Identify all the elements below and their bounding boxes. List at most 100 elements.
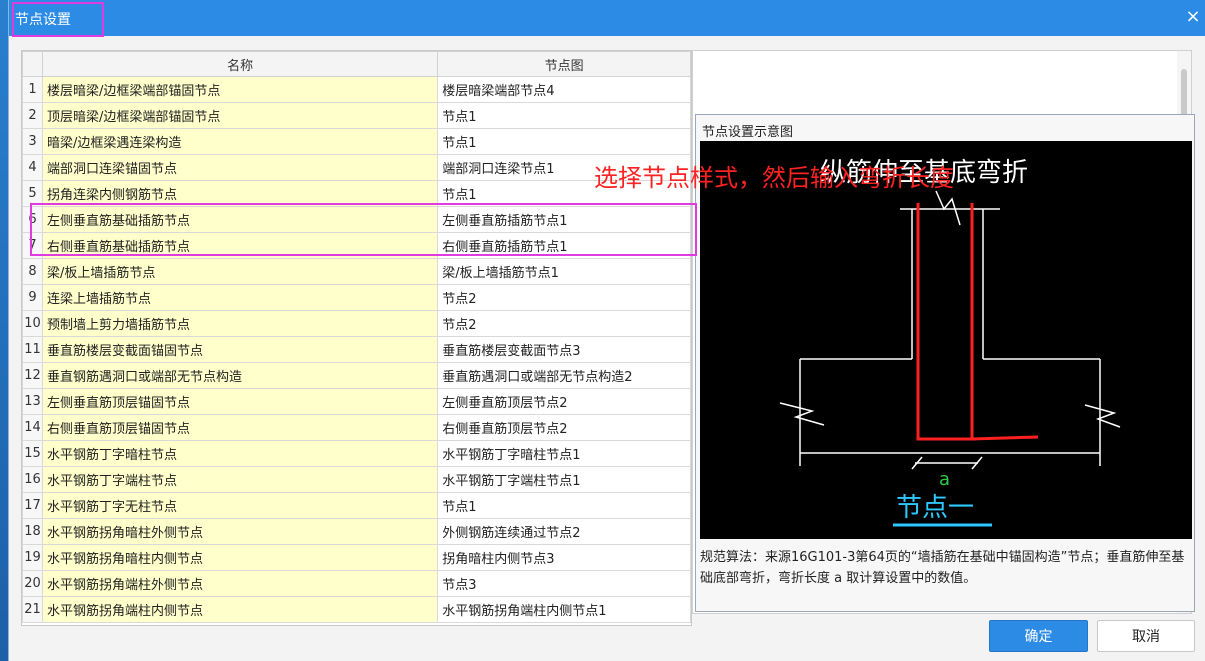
node-diagram-cell[interactable]: 节点3: [437, 570, 691, 597]
row-number: 14: [22, 414, 43, 441]
table-row[interactable]: 1 楼层暗梁/边框梁端部锚固节点 楼层暗梁端部节点4: [22, 76, 691, 103]
cancel-button[interactable]: 取消: [1097, 620, 1195, 652]
row-number: 1: [22, 76, 43, 103]
node-diagram-cell[interactable]: 梁/板上墙插筋节点1: [437, 258, 691, 285]
row-number: 8: [22, 258, 43, 285]
row-number: 20: [22, 570, 43, 597]
node-diagram-cell[interactable]: 水平钢筋丁字暗柱节点1: [437, 440, 691, 467]
table-row[interactable]: 6 左侧垂直筋基础插筋节点 左侧垂直筋插筋节点1: [22, 206, 691, 233]
row-number: 7: [22, 232, 43, 259]
node-name-cell[interactable]: 水平钢筋丁字无柱节点: [41, 492, 439, 519]
node-diagram-cell[interactable]: 拐角暗柱内侧节点3: [437, 544, 691, 571]
row-number: 2: [22, 102, 43, 129]
node-name-cell[interactable]: 水平钢筋丁字暗柱节点: [41, 440, 439, 467]
rebar-left: [916, 203, 976, 441]
node-settings-dialog: 节点设置 × 名称 节点图 1 楼层暗梁/边框梁端部锚固节点 楼层暗梁端部节点4 2 顶…: [8, 0, 1205, 661]
table-row[interactable]: 20 水平钢筋拐角端柱外侧节点 节点3: [22, 570, 691, 597]
table-row[interactable]: 5 拐角连梁内侧钢筋节点 节点1: [22, 180, 691, 207]
diagram-description: 规范算法：来源16G101-3第64页的“墙插筋在基础中锚固构造”节点；垂直筋伸…: [700, 550, 1185, 586]
node-diagram-cell[interactable]: 右侧垂直筋插筋节点1: [437, 232, 691, 259]
table-row[interactable]: 11 垂直筋楼层变截面锚固节点 垂直筋楼层变截面节点3: [22, 336, 691, 363]
node-name-cell[interactable]: 梁/板上墙插筋节点: [41, 258, 439, 285]
table-row[interactable]: 17 水平钢筋丁字无柱节点 节点1: [22, 492, 691, 519]
node-diagram-cell[interactable]: 水平钢筋丁字端柱节点1: [437, 466, 691, 493]
node-name-cell[interactable]: 垂直钢筋遇洞口或端部无节点构造: [41, 362, 439, 389]
row-number: 10: [22, 310, 43, 337]
row-number: 5: [22, 180, 43, 207]
dimension-label: a: [939, 469, 950, 490]
node-name-cell[interactable]: 右侧垂直筋基础插筋节点: [41, 232, 439, 259]
left-break-symbol: [779, 402, 825, 426]
rebar-right-bend: [970, 203, 1039, 441]
node-name-cell[interactable]: 水平钢筋拐角端柱外侧节点: [41, 570, 439, 597]
ok-button[interactable]: 确定: [989, 620, 1088, 652]
node-diagram-cell[interactable]: 节点1: [437, 492, 691, 519]
node-name-cell[interactable]: 左侧垂直筋基础插筋节点: [41, 206, 439, 233]
table-row[interactable]: 10 预制墙上剪力墙插筋节点 节点2: [22, 310, 691, 337]
node-diagram-cell[interactable]: 垂直筋遇洞口或端部无节点构造2: [437, 362, 691, 389]
table-row[interactable]: 2 顶层暗梁/边框梁端部锚固节点 节点1: [22, 102, 691, 129]
node-diagram-cell[interactable]: 水平钢筋拐角端柱内侧节点1: [437, 596, 691, 623]
table-row[interactable]: 9 连梁上墙插筋节点 节点2: [22, 284, 691, 311]
table-row[interactable]: 12 垂直钢筋遇洞口或端部无节点构造 垂直筋遇洞口或端部无节点构造2: [22, 362, 691, 389]
node-settings-table: 名称 节点图 1 楼层暗梁/边框梁端部锚固节点 楼层暗梁端部节点4 2 顶层暗梁/边框梁…: [21, 50, 692, 626]
table-row[interactable]: 13 左侧垂直筋顶层锚固节点 左侧垂直筋顶层节点2: [22, 388, 691, 415]
diagram-caption: 节点一: [896, 493, 974, 523]
node-name-cell[interactable]: 垂直筋楼层变截面锚固节点: [41, 336, 439, 363]
table-row[interactable]: 16 水平钢筋丁字端柱节点 水平钢筋丁字端柱节点1: [22, 466, 691, 493]
column-header-index: [22, 51, 43, 77]
column-header-name[interactable]: 名称: [41, 51, 439, 77]
diagram-panel-title: 节点设置示意图: [702, 125, 794, 140]
node-diagram-cell[interactable]: 节点2: [437, 310, 691, 337]
top-break-symbol: [935, 190, 961, 226]
node-name-cell[interactable]: 水平钢筋丁字端柱节点: [41, 466, 439, 493]
row-number: 18: [22, 518, 43, 545]
node-name-cell[interactable]: 预制墙上剪力墙插筋节点: [41, 310, 439, 337]
node-name-cell[interactable]: 拐角连梁内侧钢筋节点: [41, 180, 439, 207]
close-button[interactable]: ×: [1182, 6, 1204, 28]
node-name-cell[interactable]: 楼层暗梁/边框梁端部锚固节点: [41, 76, 439, 103]
node-diagram-cell[interactable]: 外侧钢筋连续通过节点2: [437, 518, 691, 545]
table-row[interactable]: 19 水平钢筋拐角暗柱内侧节点 拐角暗柱内侧节点3: [22, 544, 691, 571]
row-number: 15: [22, 440, 43, 467]
row-number: 12: [22, 362, 43, 389]
node-diagram-cell[interactable]: 左侧垂直筋插筋节点1: [437, 206, 691, 233]
table-row[interactable]: 3 暗梁/边框梁遇连梁构造 节点1: [22, 128, 691, 155]
rebar-anchorage-drawing: 纵筋伸至基底弯折 a 节点一: [779, 158, 1121, 527]
node-diagram-cell[interactable]: 节点1: [437, 128, 691, 155]
table-row[interactable]: 7 右侧垂直筋基础插筋节点 右侧垂直筋插筋节点1: [22, 232, 691, 259]
node-diagram-cell[interactable]: 右侧垂直筋顶层节点2: [437, 414, 691, 441]
table-row[interactable]: 15 水平钢筋丁字暗柱节点 水平钢筋丁字暗柱节点1: [22, 440, 691, 467]
row-number: 19: [22, 544, 43, 571]
table-row[interactable]: 4 端部洞口连梁锚固节点 端部洞口连梁节点1: [22, 154, 691, 181]
right-break-symbol: [1084, 404, 1121, 428]
node-name-cell[interactable]: 连梁上墙插筋节点: [41, 284, 439, 311]
table-row[interactable]: 8 梁/板上墙插筋节点 梁/板上墙插筋节点1: [22, 258, 691, 285]
row-number: 9: [22, 284, 43, 311]
node-diagram-cell[interactable]: 左侧垂直筋顶层节点2: [437, 388, 691, 415]
row-number: 21: [22, 596, 43, 623]
table-row[interactable]: 18 水平钢筋拐角暗柱外侧节点 外侧钢筋连续通过节点2: [22, 518, 691, 545]
node-name-cell[interactable]: 暗梁/边框梁遇连梁构造: [41, 128, 439, 155]
title-highlight-box: [12, 2, 104, 37]
node-name-cell[interactable]: 水平钢筋拐角端柱内侧节点: [41, 596, 439, 623]
row-number: 4: [22, 154, 43, 181]
node-diagram-image: 纵筋伸至基底弯折 a 节点一: [700, 141, 1192, 539]
node-name-cell[interactable]: 顶层暗梁/边框梁端部锚固节点: [41, 102, 439, 129]
node-name-cell[interactable]: 水平钢筋拐角暗柱内侧节点: [41, 544, 439, 571]
column-header-node[interactable]: 节点图: [437, 51, 691, 77]
node-diagram-cell[interactable]: 楼层暗梁端部节点4: [437, 76, 691, 103]
node-diagram-cell[interactable]: 节点2: [437, 284, 691, 311]
node-name-cell[interactable]: 水平钢筋拐角暗柱外侧节点: [41, 518, 439, 545]
node-diagram-cell[interactable]: 垂直筋楼层变截面节点3: [437, 336, 691, 363]
row-number: 3: [22, 128, 43, 155]
node-name-cell[interactable]: 左侧垂直筋顶层锚固节点: [41, 388, 439, 415]
node-name-cell[interactable]: 端部洞口连梁锚固节点: [41, 154, 439, 181]
table-row[interactable]: 21 水平钢筋拐角端柱内侧节点 水平钢筋拐角端柱内侧节点1: [22, 596, 691, 623]
node-name-cell[interactable]: 右侧垂直筋顶层锚固节点: [41, 414, 439, 441]
row-number: 17: [22, 492, 43, 519]
annotation-note: 选择节点样式，然后输入弯折长度: [594, 164, 954, 192]
node-diagram-cell[interactable]: 节点1: [437, 102, 691, 129]
table-row[interactable]: 14 右侧垂直筋顶层锚固节点 右侧垂直筋顶层节点2: [22, 414, 691, 441]
desktop-edge: [0, 0, 8, 661]
